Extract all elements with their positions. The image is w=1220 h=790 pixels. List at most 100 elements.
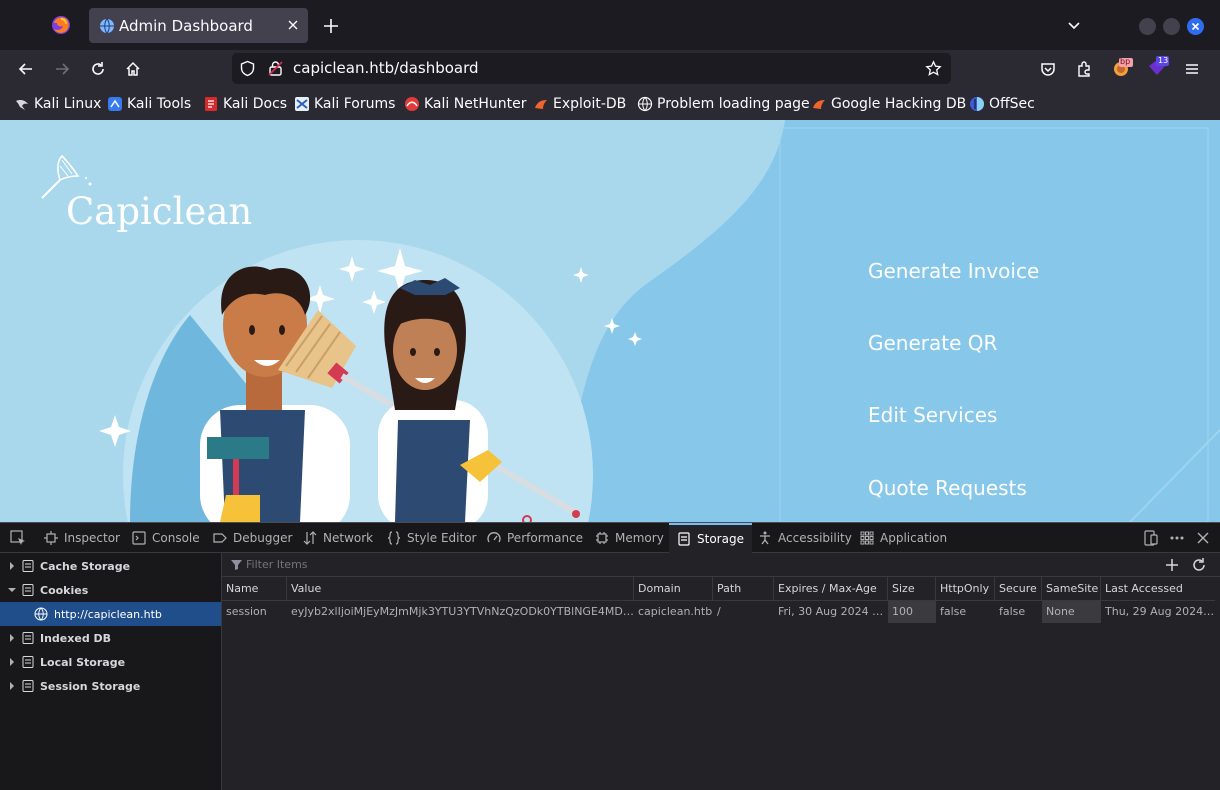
column-header-secure[interactable]: Secure: [995, 577, 1042, 601]
globe-icon: [637, 96, 653, 112]
cell-samesite[interactable]: None: [1042, 601, 1101, 623]
chevron-down-icon[interactable]: [1066, 18, 1082, 34]
cell-secure[interactable]: false: [995, 601, 1042, 623]
column-header-size[interactable]: Size: [888, 577, 936, 601]
menu-generate-qr[interactable]: Generate QR: [868, 331, 997, 355]
offsec-icon: [970, 97, 984, 111]
tab-inspector[interactable]: Inspector: [44, 523, 120, 553]
responsive-design-icon[interactable]: [1143, 530, 1159, 546]
tab-memory[interactable]: Memory: [595, 523, 664, 553]
column-header-last-accessed[interactable]: Last Accessed: [1101, 577, 1215, 601]
forward-arrow-icon[interactable]: [53, 60, 71, 78]
tab-accessibility[interactable]: Accessibility: [758, 523, 852, 553]
kali-dragon-icon: [16, 100, 28, 110]
tree-indexed-db[interactable]: Indexed DB: [0, 626, 221, 650]
column-header-path[interactable]: Path: [713, 577, 774, 601]
bookmark-problem-loading-page[interactable]: Problem loading page: [637, 94, 810, 114]
tab-label: Inspector: [64, 531, 120, 545]
bookmark-kali-tools[interactable]: Kali Tools: [107, 94, 191, 114]
insecure-lock-icon[interactable]: [267, 60, 284, 77]
menu-edit-services[interactable]: Edit Services: [868, 403, 997, 427]
tree-local-storage[interactable]: Local Storage: [0, 650, 221, 674]
element-picker-icon[interactable]: [10, 530, 26, 546]
column-header-name[interactable]: Name: [222, 577, 287, 601]
foxyproxy-extension-icon[interactable]: 13: [1147, 56, 1169, 78]
column-header-value[interactable]: Value: [287, 577, 634, 601]
new-tab-button[interactable]: [322, 17, 340, 35]
column-header-samesite[interactable]: SameSite: [1042, 577, 1101, 601]
filter-input[interactable]: [246, 558, 1146, 571]
menu-quote-requests[interactable]: Quote Requests: [868, 476, 1027, 500]
chevron-right-icon[interactable]: [8, 658, 16, 666]
bookmark-kali-linux[interactable]: Kali Linux: [14, 94, 101, 114]
cell-size[interactable]: 100: [888, 601, 936, 623]
tree-cookie-origin[interactable]: http://capiclean.htb: [0, 602, 221, 626]
tab-debugger[interactable]: Debugger: [213, 523, 292, 553]
network-icon: [303, 531, 317, 545]
close-window-button[interactable]: [1187, 18, 1204, 35]
cell-name[interactable]: session: [222, 601, 287, 623]
column-header-httponly[interactable]: HttpOnly: [936, 577, 995, 601]
bookmark-kali-docs[interactable]: Kali Docs: [203, 94, 287, 114]
bookmark-offsec[interactable]: OffSec: [969, 94, 1035, 114]
extensions-icon[interactable]: [1075, 60, 1093, 78]
tab-application[interactable]: Application: [860, 523, 947, 553]
chevron-right-icon[interactable]: [8, 682, 16, 690]
bookmark-kali-forums[interactable]: Kali Forums: [294, 94, 395, 114]
column-header-expires[interactable]: Expires / Max-Age: [774, 577, 888, 601]
firefox-icon[interactable]: [51, 15, 71, 35]
close-devtools-icon[interactable]: [1195, 530, 1211, 546]
add-item-icon[interactable]: [1164, 557, 1180, 573]
cell-domain[interactable]: capiclean.htb: [634, 601, 713, 623]
tab-storage[interactable]: Storage: [669, 523, 752, 553]
refresh-icon[interactable]: [1191, 557, 1207, 573]
url-bar[interactable]: capiclean.htb/dashboard: [232, 53, 951, 84]
brand-name[interactable]: Capiclean: [66, 190, 252, 233]
shield-icon[interactable]: [239, 60, 256, 77]
home-icon[interactable]: [124, 60, 142, 78]
hamburger-menu-icon[interactable]: [1183, 60, 1201, 78]
bookmark-kali-nethunter[interactable]: Kali NetHunter: [404, 94, 526, 114]
tab-label: Network: [323, 531, 374, 545]
tab-style-editor[interactable]: Style Editor: [387, 523, 476, 553]
burp-extension-icon[interactable]: bp: [1111, 56, 1133, 78]
back-arrow-icon[interactable]: [17, 60, 35, 78]
bookmark-google-hacking-db[interactable]: Google Hacking DB: [811, 94, 966, 114]
tab-performance[interactable]: Performance: [487, 523, 583, 553]
tree-label: http://capiclean.htb: [54, 607, 162, 621]
tab-label: Memory: [615, 531, 664, 545]
menu-generate-invoice[interactable]: Generate Invoice: [868, 259, 1039, 283]
cell-value[interactable]: eyJyb2xlIjoiMjEyMzJmMjk3YTU3YTVhNzQzODk0…: [287, 601, 634, 623]
more-options-icon[interactable]: [1169, 530, 1185, 546]
minimize-button[interactable]: [1139, 18, 1156, 35]
globe-icon: [99, 18, 115, 34]
close-icon[interactable]: [285, 17, 301, 33]
cell-expires[interactable]: Fri, 30 Aug 2024 0…: [774, 601, 888, 623]
bookmark-label: Kali Docs: [223, 96, 288, 112]
tab-label: Debugger: [233, 531, 293, 545]
storage-icon: [22, 584, 34, 596]
bookmark-label: Problem loading page: [657, 96, 810, 112]
tab-console[interactable]: Console: [132, 523, 200, 553]
cell-path[interactable]: /: [713, 601, 774, 623]
url-text[interactable]: capiclean.htb/dashboard: [293, 59, 479, 77]
bookmark-star-icon[interactable]: [925, 60, 942, 77]
cell-httponly[interactable]: false: [936, 601, 995, 623]
reload-icon[interactable]: [89, 60, 107, 78]
cell-last-accessed[interactable]: Thu, 29 Aug 2024 0…: [1101, 601, 1215, 623]
chevron-right-icon[interactable]: [8, 634, 16, 642]
chevron-down-icon[interactable]: [8, 586, 16, 594]
bookmark-exploit-db[interactable]: Exploit-DB: [533, 94, 626, 114]
tree-cache-storage[interactable]: Cache Storage: [0, 554, 221, 578]
tree-cookies[interactable]: Cookies: [0, 578, 221, 602]
tab-network[interactable]: Network: [303, 523, 373, 553]
chevron-right-icon[interactable]: [8, 562, 16, 570]
column-header-domain[interactable]: Domain: [634, 577, 713, 601]
tab-label: Performance: [507, 531, 584, 545]
hero-illustration: [99, 120, 1220, 522]
storage-icon: [22, 560, 34, 572]
maximize-button[interactable]: [1163, 18, 1180, 35]
tab-admin-dashboard[interactable]: Admin Dashboard: [89, 8, 308, 43]
pocket-icon[interactable]: [1039, 60, 1057, 78]
tree-session-storage[interactable]: Session Storage: [0, 674, 221, 698]
